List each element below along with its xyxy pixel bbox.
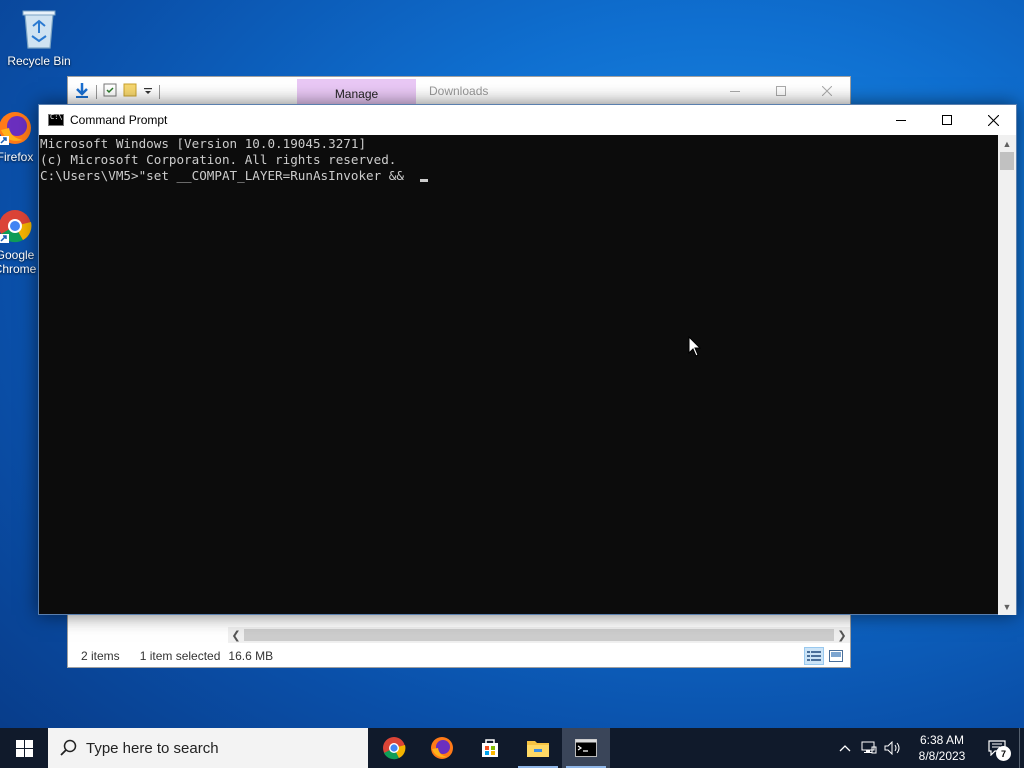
taskbar: Type here to search 6:38 AM 8/8/2023 7 bbox=[0, 728, 1024, 768]
new-folder-icon[interactable] bbox=[123, 83, 137, 100]
window-title: Downloads bbox=[429, 84, 489, 98]
taskbar-app-chrome[interactable] bbox=[370, 728, 418, 768]
action-center-button[interactable]: 7 bbox=[975, 728, 1019, 768]
start-button[interactable] bbox=[0, 728, 48, 768]
command-prompt-icon: C:\ bbox=[48, 113, 64, 126]
customize-toolbar-icon[interactable] bbox=[143, 85, 153, 99]
cmd-titlebar[interactable]: C:\ Command Prompt bbox=[39, 105, 1016, 135]
console-line: (c) Microsoft Corporation. All rights re… bbox=[40, 152, 397, 167]
horizontal-scrollbar[interactable]: ❮ ❯ bbox=[228, 627, 850, 643]
scroll-right-icon[interactable]: ❯ bbox=[834, 627, 850, 643]
tab-manage[interactable]: Manage bbox=[297, 79, 416, 105]
recycle-bin-icon bbox=[19, 6, 59, 50]
close-button[interactable] bbox=[804, 77, 850, 105]
scroll-up-icon[interactable]: ▲ bbox=[998, 135, 1016, 152]
scrollbar-thumb[interactable] bbox=[1000, 152, 1014, 170]
scroll-down-icon[interactable]: ▼ bbox=[998, 598, 1016, 615]
selection-size: 16.6 MB bbox=[228, 649, 274, 663]
scroll-left-icon[interactable]: ❮ bbox=[228, 627, 244, 643]
console-input-line[interactable]: C:\Users\VM5>"set __COMPAT_LAYER=RunAsIn… bbox=[40, 168, 999, 184]
text-cursor bbox=[419, 179, 428, 182]
desktop-icon-label: Recycle Bin bbox=[7, 54, 71, 68]
view-switcher bbox=[804, 647, 846, 665]
taskbar-app-store[interactable] bbox=[466, 728, 514, 768]
details-view-button[interactable] bbox=[804, 647, 824, 665]
volume-icon[interactable] bbox=[881, 728, 905, 768]
console-line: Microsoft Windows [Version 10.0.19045.32… bbox=[40, 136, 367, 151]
show-desktop-button[interactable] bbox=[1019, 728, 1024, 768]
maximize-button[interactable] bbox=[758, 77, 804, 105]
firefox-icon bbox=[431, 737, 453, 759]
windows-logo-icon bbox=[15, 739, 33, 757]
command-prompt-window[interactable]: C:\ Command Prompt Microsoft Windows [Ve… bbox=[38, 104, 1017, 615]
chrome-icon bbox=[0, 208, 33, 244]
download-arrow-icon[interactable] bbox=[74, 82, 90, 101]
taskbar-search-box[interactable]: Type here to search bbox=[48, 728, 368, 768]
file-explorer-icon bbox=[527, 741, 549, 757]
search-icon bbox=[60, 739, 77, 756]
chrome-icon bbox=[383, 737, 406, 760]
desktop-icon-recycle-bin[interactable]: Recycle Bin bbox=[4, 6, 74, 68]
taskbar-app-command-prompt[interactable] bbox=[562, 728, 610, 768]
console-command-text: C:\Users\VM5>"set __COMPAT_LAYER=RunAsIn… bbox=[40, 168, 412, 183]
notification-badge: 7 bbox=[996, 746, 1011, 761]
scrollbar-thumb[interactable] bbox=[244, 629, 834, 641]
vertical-scrollbar[interactable]: ▲ ▼ bbox=[998, 135, 1016, 615]
network-icon[interactable] bbox=[857, 728, 881, 768]
taskbar-app-file-explorer[interactable] bbox=[514, 728, 562, 768]
explorer-titlebar[interactable]: Manage Downloads bbox=[68, 77, 850, 105]
maximize-button[interactable] bbox=[924, 105, 970, 135]
clock-time: 6:38 AM bbox=[919, 733, 965, 747]
store-icon bbox=[482, 739, 498, 757]
quick-access-toolbar bbox=[74, 82, 160, 101]
item-count: 2 items bbox=[81, 649, 120, 663]
toolbar-divider bbox=[159, 84, 160, 99]
minimize-button[interactable] bbox=[712, 77, 758, 105]
toolbar-divider bbox=[96, 84, 97, 99]
mouse-pointer-icon bbox=[688, 335, 702, 361]
large-icons-view-button[interactable] bbox=[826, 647, 846, 665]
search-placeholder: Type here to search bbox=[86, 739, 219, 757]
firefox-icon bbox=[0, 110, 33, 146]
console-output[interactable]: Microsoft Windows [Version 10.0.19045.32… bbox=[39, 135, 999, 615]
show-hidden-icons-chevron-up-icon[interactable] bbox=[833, 728, 857, 768]
properties-icon[interactable] bbox=[103, 83, 117, 100]
window-title: Command Prompt bbox=[70, 113, 168, 127]
command-prompt-icon bbox=[575, 739, 597, 757]
status-bar: 2 items 1 item selected 16.6 MB bbox=[68, 645, 850, 667]
minimize-button[interactable] bbox=[878, 105, 924, 135]
taskbar-clock[interactable]: 6:38 AM 8/8/2023 bbox=[909, 732, 975, 764]
taskbar-app-firefox[interactable] bbox=[418, 728, 466, 768]
selection-count: 1 item selected bbox=[139, 649, 221, 663]
clock-date: 8/8/2023 bbox=[918, 749, 966, 763]
system-tray: 6:38 AM 8/8/2023 7 bbox=[833, 728, 1024, 768]
close-button[interactable] bbox=[970, 105, 1016, 135]
